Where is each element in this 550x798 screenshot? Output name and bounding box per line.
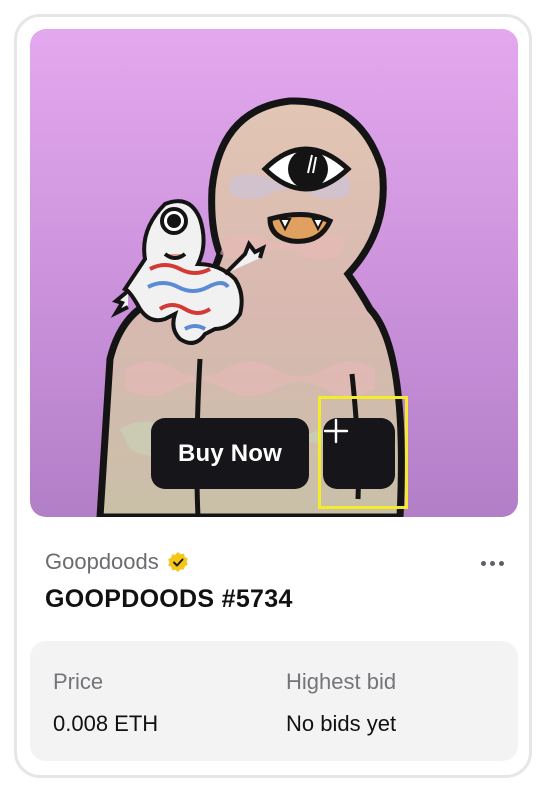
nft-image[interactable]: Buy Now	[30, 29, 518, 517]
collection-row: Goopdoods	[45, 547, 189, 577]
highest-bid-value: No bids yet	[286, 711, 397, 736]
token-name: GOOPDOODS #5734	[45, 585, 293, 613]
highest-bid-label: Highest bid	[286, 669, 397, 694]
price-value: 0.008 ETH	[53, 711, 159, 736]
verified-badge-icon	[167, 552, 188, 572]
collection-name[interactable]: Goopdoods	[45, 549, 159, 575]
price-label: Price	[53, 669, 104, 694]
dot	[489, 560, 495, 566]
more-options-button[interactable]	[477, 551, 507, 575]
nft-card[interactable]: Buy Now Goopdoods GOOPDOODS #5734 Price …	[14, 14, 532, 778]
add-to-cart-button[interactable]	[323, 418, 395, 489]
buy-now-button[interactable]: Buy Now	[151, 418, 309, 489]
dot	[498, 560, 504, 566]
price-info-panel: Price 0.008 ETH Highest bid No bids yet	[30, 641, 518, 761]
plus-icon	[323, 418, 349, 444]
dot	[480, 560, 486, 566]
